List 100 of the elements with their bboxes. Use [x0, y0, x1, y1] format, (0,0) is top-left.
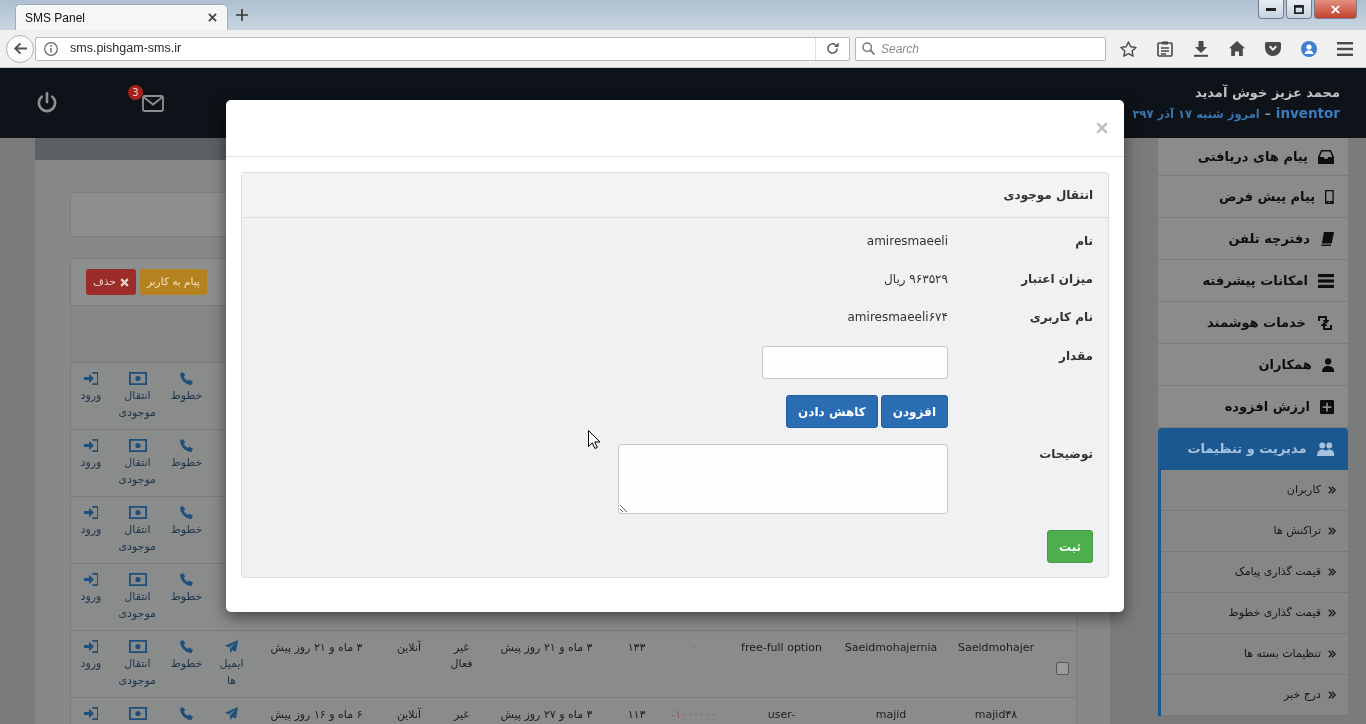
username-link[interactable]: inventor — [1275, 102, 1340, 123]
transfer-link[interactable]: انتقال موجودی — [119, 640, 156, 689]
email-link[interactable]: ایمیل ها — [216, 640, 247, 689]
login-link[interactable]: ورود — [80, 573, 102, 605]
sidebar-item[interactable]: مدیریت و تنظیمات — [1158, 428, 1348, 470]
row-checkbox[interactable] — [1056, 662, 1069, 675]
table-cell-text: ۳ ماه و ۲۱ روز پیش — [499, 640, 594, 656]
lines-link[interactable]: خطوط — [170, 640, 203, 672]
transfer-link[interactable]: انتقال موجودی — [119, 439, 156, 488]
delete-button[interactable]: حذف — [86, 269, 136, 295]
search-field[interactable]: Search — [855, 36, 1106, 61]
field-label: توضیحات — [1038, 446, 1093, 463]
table-cell-text: Saeidmohajer — [956, 640, 1035, 656]
lines-link[interactable]: خطوط — [170, 573, 203, 605]
new-tab-icon[interactable] — [236, 9, 248, 21]
table-cell-text: ۶ ماه و ۱۶ روز پیش — [269, 707, 364, 723]
sidebar-item[interactable]: امکانات پیشرفته — [1158, 260, 1348, 302]
lines-link[interactable]: خطوط — [170, 506, 203, 538]
transfer-link[interactable]: انتقال موجودی — [119, 506, 156, 555]
login-link[interactable]: ورود — [80, 640, 102, 672]
browser-tab[interactable]: SMS Panel — [15, 4, 228, 30]
submenu-item[interactable]: قیمت گذاری خطوط — [1161, 593, 1348, 634]
sidebar-item[interactable]: پیام های دریافتی — [1158, 138, 1348, 176]
banknote-icon — [128, 707, 147, 720]
power-icon[interactable] — [36, 92, 58, 114]
submit-button[interactable]: ثبت — [1047, 530, 1093, 563]
clipboard-icon[interactable] — [1156, 40, 1173, 57]
url-text: sms.pishgam-sms.ir — [70, 40, 183, 58]
info-icon[interactable] — [44, 41, 58, 56]
separator-text: – — [1264, 105, 1271, 123]
transfer-link[interactable]: انتقال موجودی — [119, 573, 156, 622]
sidebar-item[interactable]: ارزش افزوده — [1158, 386, 1348, 428]
amount-input[interactable] — [762, 346, 948, 379]
submenu-item[interactable]: درج خبر — [1161, 675, 1348, 716]
double-chevron-icon — [1328, 486, 1336, 494]
login-icon — [83, 372, 99, 385]
decrease-button[interactable]: کاهش دادن — [786, 395, 878, 428]
date-text: امروز شنبه ۱۷ آذر ۳۹۷ — [1132, 105, 1260, 124]
table-cell-text: Saeidmohajernia — [843, 640, 939, 656]
transfer-link[interactable]: انتقال موجودی — [119, 372, 156, 421]
maximize-icon — [1294, 4, 1304, 14]
banknote-icon — [128, 439, 147, 452]
sidebar-item[interactable]: دفترچه تلفن — [1158, 218, 1348, 260]
submenu-item[interactable]: کاربران — [1161, 470, 1348, 511]
minimize-button[interactable] — [1258, 0, 1284, 19]
menu-icon[interactable] — [1336, 41, 1353, 56]
minimize-icon — [1266, 7, 1276, 11]
login-link[interactable]: ورود — [80, 439, 102, 471]
login-link[interactable]: ورود — [80, 506, 102, 538]
mouse-cursor-icon — [588, 430, 600, 449]
login-icon — [83, 640, 99, 653]
submenu-item[interactable]: تراکنش ها — [1161, 511, 1348, 552]
double-chevron-icon — [1328, 527, 1336, 535]
sidebar-item[interactable]: همکاران — [1158, 344, 1348, 386]
table-cell-text: غیر فعال — [449, 640, 474, 672]
lines-link[interactable]: خطوط — [170, 439, 203, 471]
submenu-item[interactable]: قیمت گذاری پیامک — [1161, 552, 1348, 593]
login-link[interactable]: ورود — [80, 372, 102, 404]
panel-title: انتقال موجودی — [1003, 187, 1093, 204]
shield-chevron-icon[interactable] — [1264, 41, 1281, 56]
table-cell-text: majid۳۸ — [973, 707, 1019, 723]
mail-icon[interactable] — [142, 94, 164, 112]
table-cell-text: ۳ ماه و ۲۱ روز پیش — [269, 640, 364, 656]
phone-icon — [180, 506, 193, 519]
lines-link[interactable] — [180, 707, 193, 720]
account-icon[interactable] — [1300, 40, 1317, 57]
book-icon — [1320, 231, 1334, 246]
transfer-link[interactable] — [128, 707, 147, 720]
phone-icon — [180, 439, 193, 452]
reload-icon[interactable] — [826, 42, 839, 55]
lines-link[interactable]: خطوط — [170, 372, 203, 404]
login-icon — [83, 439, 99, 452]
close-icon — [1331, 4, 1340, 14]
login-link[interactable] — [83, 707, 99, 720]
users-icon — [1316, 442, 1334, 456]
submenu-item[interactable]: تنظیمات بسته ها — [1161, 634, 1348, 675]
address-bar[interactable]: sms.pishgam-sms.ir — [35, 36, 850, 61]
field-value: ۹۶۳۵۲۹ ریال — [884, 271, 948, 288]
back-button[interactable] — [6, 34, 34, 63]
retweet-icon — [1316, 315, 1334, 330]
user-icon — [1321, 357, 1334, 372]
field-label: میزان اعتبار — [1019, 271, 1093, 288]
login-icon — [83, 707, 99, 720]
download-icon[interactable] — [1192, 40, 1209, 57]
times-icon — [119, 277, 129, 287]
field-value: amiresmaeeli۶۷۴ — [847, 309, 948, 326]
add-button[interactable]: افزودن — [880, 395, 948, 428]
welcome-text: محمد عزیز خوش آمدید — [1193, 83, 1340, 102]
sidebar-item[interactable]: خدمات هوشمند — [1158, 302, 1348, 344]
banknote-icon — [128, 372, 147, 385]
star-icon[interactable] — [1120, 40, 1137, 57]
window-close-button[interactable] — [1314, 0, 1357, 19]
maximize-button[interactable] — [1286, 0, 1312, 19]
tab-close-icon[interactable] — [208, 13, 217, 22]
message-button[interactable]: پیام به کاربر — [139, 269, 207, 295]
home-icon[interactable] — [1228, 41, 1245, 56]
sidebar-item[interactable]: پیام پیش فرض — [1158, 176, 1348, 218]
phone-icon — [180, 640, 193, 653]
email-link[interactable] — [225, 707, 238, 720]
back-arrow-icon — [12, 42, 28, 55]
